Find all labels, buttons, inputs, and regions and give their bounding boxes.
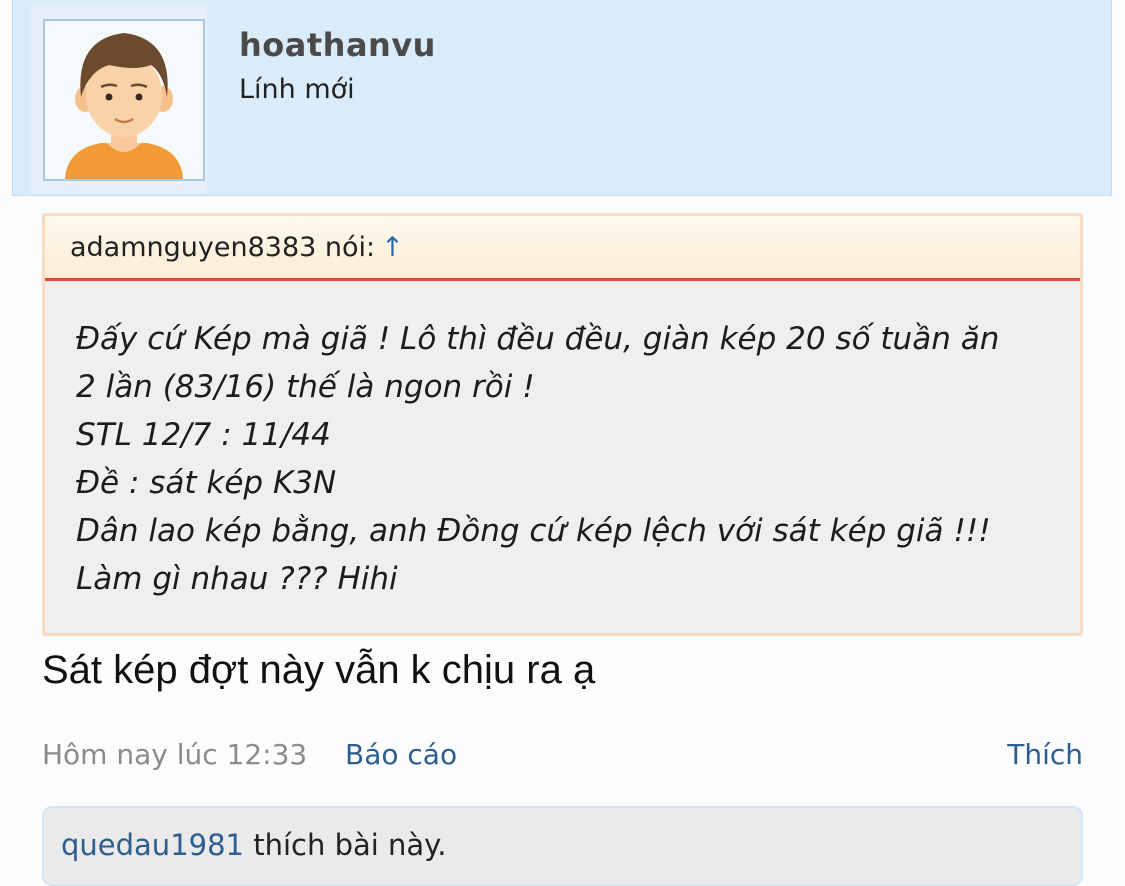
post-message: Sát kép đợt này vẫn k chịu ra ạ (42, 648, 596, 692)
likes-summary: quedau1981 thích bài này. (42, 806, 1083, 886)
user-info-card: hoathanvu Lính mới (12, 0, 1112, 196)
quote-line: Làm gì nhau ??? Hihi (76, 561, 398, 597)
quote-body: Đấy cứ Kép mà giã ! Lô thì đều đều, giàn… (45, 281, 1080, 603)
post-meta-bar: Hôm nay lúc 12:33 Báo cáo Thích (42, 736, 1083, 780)
user-title: Lính mới (239, 74, 355, 105)
username[interactable]: hoathanvu (239, 26, 436, 64)
like-link[interactable]: Thích (1007, 738, 1083, 771)
likes-text: thích bài này. (244, 828, 447, 862)
quote-line: Dân lao kép bằng, anh Đồng cứ kép lệch v… (76, 513, 991, 549)
quote-line: Đề : sát kép K3N (76, 465, 337, 501)
quote-line: STL 12/7 : 11/44 (76, 417, 331, 453)
male-avatar-icon (65, 33, 183, 179)
quote-line: Đấy cứ Kép mà giã ! Lô thì đều đều, giàn… (76, 321, 1000, 357)
quote-header: adamnguyen8383 nói: ↑ (45, 216, 1080, 281)
quote-line: 2 lần (83/16) thế là ngon rồi ! (76, 369, 535, 405)
avatar[interactable] (43, 19, 205, 181)
liker-username-link[interactable]: quedau1981 (61, 828, 244, 862)
quote-author: adamnguyen8383 nói: (70, 232, 376, 263)
avatar-container (31, 3, 207, 193)
post-timestamp: Hôm nay lúc 12:33 (42, 738, 308, 771)
jump-to-quote-arrow-icon[interactable]: ↑ (381, 232, 404, 263)
quote-block: adamnguyen8383 nói: ↑ Đấy cứ Kép mà giã !… (42, 213, 1083, 636)
report-link[interactable]: Báo cáo (345, 738, 457, 771)
